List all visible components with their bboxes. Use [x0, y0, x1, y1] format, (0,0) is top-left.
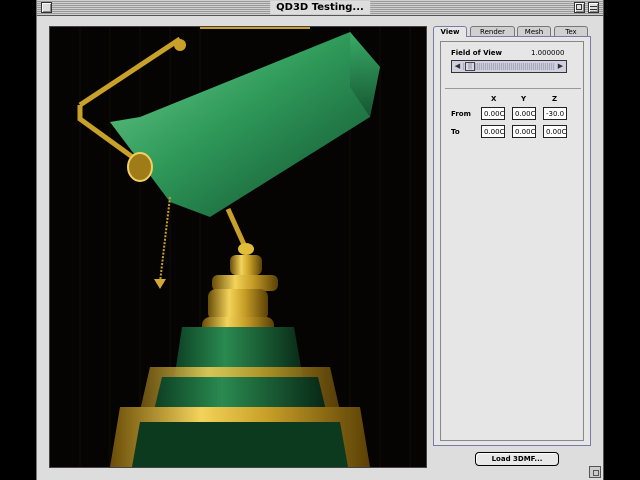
tab-mesh[interactable]: Mesh [517, 26, 551, 36]
zoom-box-icon[interactable] [574, 2, 585, 13]
fov-value: 1.000000 [531, 49, 565, 57]
from-z-field[interactable]: -30.0 [543, 107, 567, 120]
load-3dmf-button[interactable]: Load 3DMF... [475, 452, 559, 466]
slider-track[interactable] [463, 63, 555, 70]
tab-render[interactable]: Render [470, 26, 515, 36]
to-x-field[interactable]: 0.00C [481, 125, 505, 138]
collapse-box-icon[interactable] [588, 2, 599, 13]
tab-view[interactable]: View [433, 26, 467, 37]
from-label: From [451, 110, 471, 118]
slider-thumb[interactable]: || [465, 62, 475, 71]
to-z-field[interactable]: 0.00C [543, 125, 567, 138]
column-y-header: Y [521, 95, 527, 103]
lamp-render [50, 27, 426, 467]
title-bar[interactable]: QD3D Testing... [37, 0, 603, 16]
tab-tex[interactable]: Tex [554, 26, 588, 36]
fov-label: Field of View [451, 49, 502, 57]
fov-slider[interactable]: ◀ || ▶ [451, 60, 567, 73]
close-box-icon[interactable] [41, 2, 52, 13]
from-x-field[interactable]: 0.00C [481, 107, 505, 120]
to-label: To [451, 128, 460, 136]
to-y-field[interactable]: 0.00C [512, 125, 536, 138]
tab-bar: View Render Mesh Tex [433, 26, 591, 37]
resize-grow-icon[interactable] [589, 466, 601, 478]
window-title: QD3D Testing... [270, 1, 370, 14]
slider-left-arrow-icon[interactable]: ◀ [452, 61, 463, 72]
column-z-header: Z [552, 95, 558, 103]
3d-viewport[interactable] [49, 26, 427, 468]
slider-right-arrow-icon[interactable]: ▶ [555, 61, 566, 72]
from-y-field[interactable]: 0.00C [512, 107, 536, 120]
panel-inner-frame [440, 41, 584, 441]
column-x-header: X [491, 95, 497, 103]
divider [445, 88, 581, 89]
settings-panel [433, 36, 591, 446]
